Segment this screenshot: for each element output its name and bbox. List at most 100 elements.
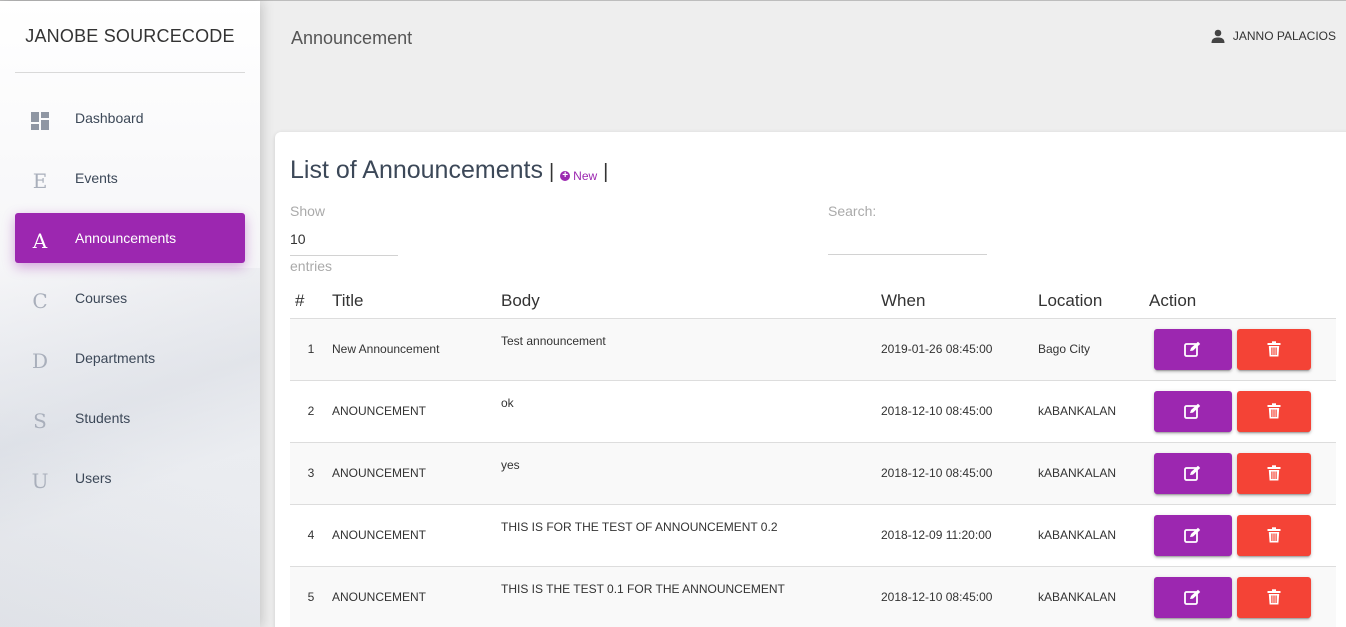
trash-icon — [1267, 465, 1281, 481]
row-location: kABANKALAN — [1038, 504, 1149, 567]
new-announcement-link[interactable]: + New — [560, 169, 597, 183]
table-row: 2 ANOUNCEMENT ok 2018-12-10 08:45:00 kAB… — [290, 380, 1336, 443]
row-location: kABANKALAN — [1038, 380, 1149, 443]
letter-a-icon: A — [32, 229, 48, 253]
row-number: 3 — [290, 442, 332, 505]
plus-circle-icon: + — [560, 171, 571, 181]
row-number: 1 — [290, 318, 332, 381]
sidebar-item-label: Departments — [75, 350, 156, 366]
table-row: 3 ANOUNCEMENT yes 2018-12-10 08:45:00 kA… — [290, 442, 1336, 505]
sidebar-item-courses[interactable]: C Courses — [15, 273, 245, 323]
sidebar-nav: Dashboard E Events A Announcements C Cou… — [0, 93, 260, 503]
row-body: THIS IS THE TEST 0.1 FOR THE ANNOUNCEMEN… — [501, 566, 881, 627]
row-title: ANOUNCEMENT — [332, 566, 501, 627]
new-link-label: New — [573, 169, 598, 183]
trash-icon — [1267, 527, 1281, 543]
show-label: Show — [290, 203, 326, 219]
table-row: 4 ANOUNCEMENT THIS IS FOR THE TEST OF AN… — [290, 504, 1336, 567]
sidebar-item-label: Users — [75, 470, 112, 486]
edit-icon — [1184, 403, 1201, 419]
delete-button[interactable] — [1237, 452, 1312, 494]
announcements-card: List of Announcements | + New | Show 10 … — [275, 132, 1346, 627]
sidebar-item-dashboard[interactable]: Dashboard — [15, 93, 245, 143]
row-number: 2 — [290, 380, 332, 443]
dashboard-icon — [15, 103, 65, 133]
column-header-number[interactable]: # — [290, 284, 332, 319]
edit-button[interactable] — [1154, 390, 1232, 432]
row-title: ANOUNCEMENT — [332, 504, 501, 567]
trash-icon — [1267, 589, 1281, 605]
trash-icon — [1267, 403, 1281, 419]
row-actions — [1149, 442, 1336, 505]
search-label: Search: — [828, 203, 877, 219]
page-title: Announcement — [291, 28, 413, 48]
row-actions — [1149, 566, 1336, 627]
column-header-location[interactable]: Location — [1038, 284, 1149, 319]
user-name: JANNO PALACIOS — [1232, 29, 1336, 43]
row-title: ANOUNCEMENT — [332, 380, 501, 443]
sidebar-item-label: Students — [75, 410, 131, 426]
delete-button[interactable] — [1237, 576, 1312, 618]
row-title: New Announcement — [332, 318, 501, 381]
person-icon — [1211, 29, 1225, 43]
row-number: 4 — [290, 504, 332, 567]
edit-button[interactable] — [1154, 514, 1232, 556]
sidebar-item-announcements[interactable]: A Announcements — [15, 213, 245, 263]
edit-button[interactable] — [1154, 328, 1232, 370]
column-header-body[interactable]: Body — [501, 284, 881, 319]
row-when: 2018-12-10 08:45:00 — [881, 380, 1038, 443]
sidebar: JANOBE SOURCECODE Dashboard E Events A A… — [0, 1, 260, 627]
letter-e-icon: E — [32, 169, 48, 193]
row-actions — [1149, 318, 1336, 381]
table-header-row: # Title Body When Location Action — [290, 284, 1336, 319]
row-body: Test announcement — [501, 318, 881, 381]
edit-icon — [1184, 589, 1201, 605]
letter-d-icon: D — [31, 349, 49, 373]
delete-button[interactable] — [1237, 328, 1312, 370]
row-location: kABANKALAN — [1038, 442, 1149, 505]
column-header-action: Action — [1149, 284, 1336, 319]
brand-logo-text[interactable]: JANOBE SOURCECODE — [15, 1, 245, 73]
column-header-title[interactable]: Title — [332, 284, 501, 319]
sidebar-item-label: Announcements — [75, 230, 177, 246]
delete-button[interactable] — [1237, 514, 1312, 556]
row-when: 2018-12-10 08:45:00 — [881, 566, 1038, 627]
row-title: ANOUNCEMENT — [332, 442, 501, 505]
delete-button[interactable] — [1237, 390, 1312, 432]
title-separator: | — [548, 161, 555, 183]
entries-per-page-select[interactable]: 10 — [290, 227, 398, 256]
letter-u-icon: U — [31, 469, 49, 493]
letter-s-icon: S — [33, 409, 47, 433]
entries-label: entries — [290, 258, 333, 274]
user-menu[interactable]: JANNO PALACIOS — [1211, 29, 1336, 43]
trash-icon — [1267, 341, 1281, 357]
row-number: 5 — [290, 566, 332, 627]
search-input[interactable] — [828, 225, 987, 255]
row-when: 2018-12-09 11:20:00 — [881, 504, 1038, 567]
edit-icon — [1184, 465, 1201, 481]
sidebar-item-events[interactable]: E Events — [15, 153, 245, 203]
letter-c-icon: C — [32, 289, 48, 313]
row-actions — [1149, 504, 1336, 567]
sidebar-item-label: Events — [75, 170, 118, 186]
row-actions — [1149, 380, 1336, 443]
row-when: 2018-12-10 08:45:00 — [881, 442, 1038, 505]
edit-button[interactable] — [1154, 452, 1232, 494]
sidebar-item-departments[interactable]: D Departments — [15, 333, 245, 383]
card-title-text: List of Announcements — [290, 156, 543, 184]
sidebar-item-label: Dashboard — [75, 110, 144, 126]
edit-icon — [1184, 527, 1201, 543]
edit-button[interactable] — [1154, 576, 1232, 618]
row-body: THIS IS FOR THE TEST OF ANNOUNCEMENT 0.2 — [501, 504, 881, 567]
row-body: yes — [501, 442, 881, 505]
column-header-when[interactable]: When — [881, 284, 1038, 319]
row-body: ok — [501, 380, 881, 443]
table-row: 5 ANOUNCEMENT THIS IS THE TEST 0.1 FOR T… — [290, 566, 1336, 627]
sidebar-item-users[interactable]: U Users — [15, 453, 245, 503]
table-row: 1 New Announcement Test announcement 201… — [290, 318, 1336, 381]
card-title: List of Announcements | + New | — [290, 156, 608, 185]
sidebar-item-label: Courses — [75, 290, 128, 306]
row-when: 2019-01-26 08:45:00 — [881, 318, 1038, 381]
row-location: kABANKALAN — [1038, 566, 1149, 627]
sidebar-item-students[interactable]: S Students — [15, 393, 245, 443]
